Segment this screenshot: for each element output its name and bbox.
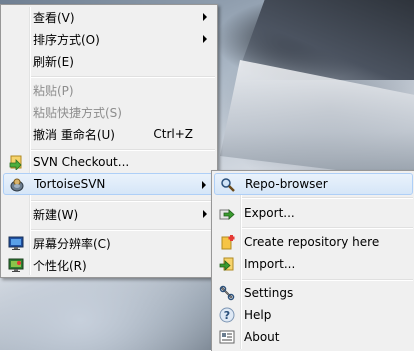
repo-browser-icon xyxy=(220,177,236,193)
menu-item-label: 屏幕分辨率(C) xyxy=(33,236,111,251)
menu-item-screen-resolution[interactable]: 屏幕分辨率(C) xyxy=(3,232,215,254)
menu-item-label: 排序方式(O) xyxy=(33,32,100,47)
menu-item-undo-rename[interactable]: 撤消 重命名(U) Ctrl+Z xyxy=(3,123,215,145)
menu-separator xyxy=(242,197,413,199)
personalize-icon xyxy=(8,257,24,273)
menu-item-label: SVN Checkout... xyxy=(33,155,130,169)
create-repository-icon xyxy=(219,234,235,250)
submenu-item-create-repository[interactable]: Create repository here xyxy=(214,231,413,253)
menu-item-label: 查看(V) xyxy=(33,10,75,25)
menu-separator xyxy=(242,227,413,229)
menu-item-label: TortoiseSVN xyxy=(34,177,106,191)
svg-text:?: ? xyxy=(224,309,230,322)
screen-resolution-icon xyxy=(8,235,24,251)
settings-icon xyxy=(219,285,235,301)
submenu-arrow-icon xyxy=(202,181,206,189)
menu-item-tortoisesvn[interactable]: TortoiseSVN xyxy=(3,173,215,195)
tortoisesvn-icon xyxy=(9,177,25,193)
menu-item-svn-checkout[interactable]: SVN Checkout... xyxy=(3,151,215,173)
menu-separator xyxy=(31,76,215,78)
svn-checkout-icon xyxy=(8,154,24,171)
menu-item-label: Import... xyxy=(244,257,296,271)
submenu-item-export[interactable]: Export... xyxy=(214,202,413,224)
menu-item-personalize[interactable]: 个性化(R) xyxy=(3,254,215,276)
submenu-item-repo-browser[interactable]: Repo-browser xyxy=(214,173,413,195)
menu-item-new[interactable]: 新建(W) xyxy=(3,203,215,225)
menu-item-paste-shortcut[interactable]: 粘贴快捷方式(S) xyxy=(3,101,215,123)
submenu-arrow-icon xyxy=(203,13,207,21)
about-icon xyxy=(219,329,235,345)
menu-item-label: About xyxy=(244,330,280,344)
submenu-item-help[interactable]: ? Help xyxy=(214,304,413,326)
help-icon: ? xyxy=(219,307,235,323)
menu-item-label: 粘贴快捷方式(S) xyxy=(33,105,122,120)
submenu-arrow-icon xyxy=(203,35,207,43)
menu-item-label: 新建(W) xyxy=(33,207,79,222)
tortoisesvn-submenu: Repo-browser Export... Create repository… xyxy=(211,170,414,351)
menu-item-label: Help xyxy=(244,308,272,322)
menu-item-label: 个性化(R) xyxy=(33,258,87,273)
menu-item-view[interactable]: 查看(V) xyxy=(3,6,215,28)
submenu-item-about[interactable]: About xyxy=(214,326,413,348)
menu-item-label: Settings xyxy=(244,286,294,300)
menu-item-paste[interactable]: 粘贴(P) xyxy=(3,79,215,101)
menu-item-label: Create repository here xyxy=(244,235,380,249)
menu-item-label: 撤消 重命名(U) xyxy=(33,127,115,142)
menu-item-label: 刷新(E) xyxy=(33,54,74,69)
submenu-item-import[interactable]: Import... xyxy=(214,253,413,275)
menu-item-label: Repo-browser xyxy=(245,177,328,191)
menu-item-sort-by[interactable]: 排序方式(O) xyxy=(3,28,215,50)
submenu-item-settings[interactable]: Settings xyxy=(214,282,413,304)
desktop-context-menu: 查看(V) 排序方式(O) 刷新(E) 粘贴(P) 粘贴快捷方式(S) 撤消 重… xyxy=(0,4,218,278)
menu-separator xyxy=(31,229,215,231)
export-icon xyxy=(219,205,235,221)
menu-separator xyxy=(242,279,413,281)
import-icon xyxy=(219,256,235,272)
menu-item-refresh[interactable]: 刷新(E) xyxy=(3,50,215,72)
menu-item-shortcut: Ctrl+Z xyxy=(153,127,193,141)
submenu-arrow-icon xyxy=(203,210,207,218)
menu-item-label: Export... xyxy=(244,206,295,220)
menu-separator xyxy=(31,200,215,202)
menu-item-label: 粘贴(P) xyxy=(33,83,74,98)
